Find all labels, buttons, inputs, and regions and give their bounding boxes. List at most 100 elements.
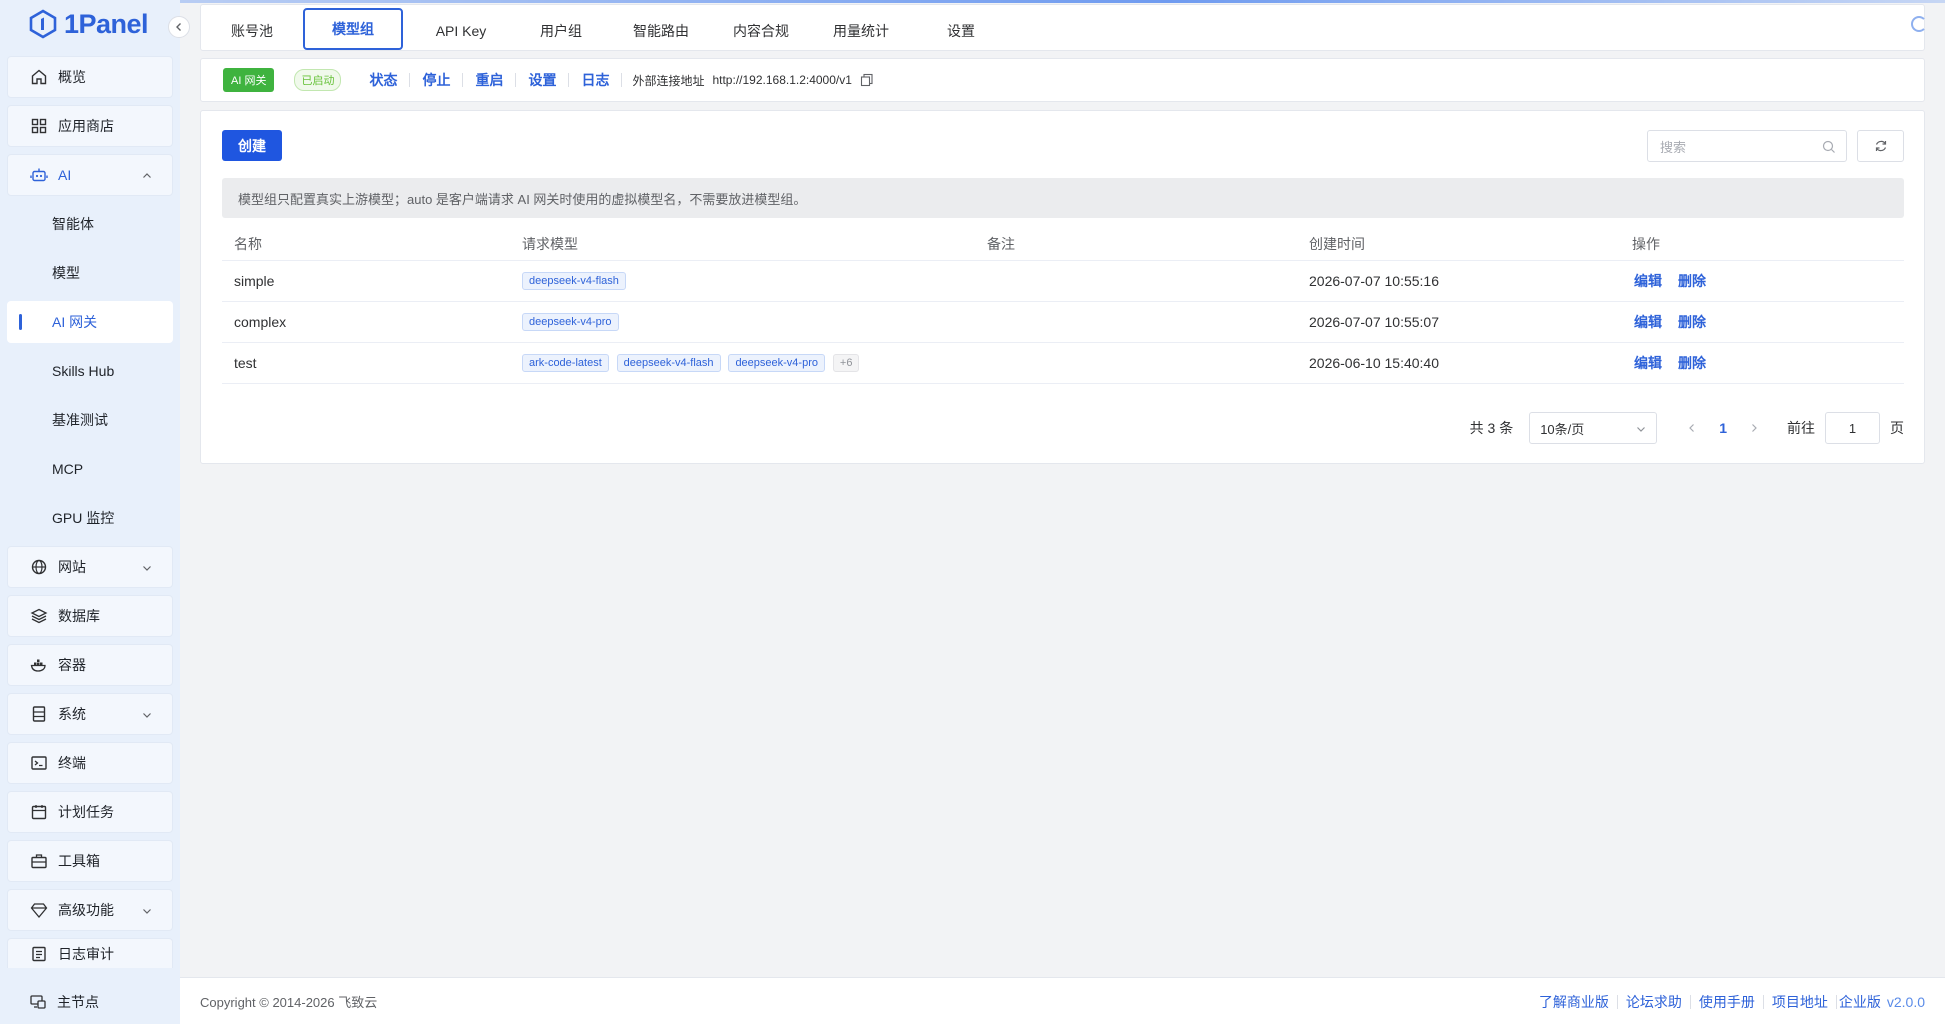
- tab-label: 账号池: [231, 22, 273, 39]
- sidebar-item-label: 基准测试: [52, 412, 108, 428]
- page-size-select[interactable]: 10条/页: [1529, 412, 1658, 444]
- footer-link-commercial[interactable]: 了解商业版: [1531, 995, 1618, 1009]
- sidebar-item-skills-hub[interactable]: Skills Hub: [7, 350, 173, 392]
- model-tag: deepseek-v4-flash: [522, 272, 626, 290]
- refresh-icon: [1875, 140, 1886, 152]
- logs-button[interactable]: 日志: [569, 73, 623, 87]
- delete-button[interactable]: 删除: [1678, 355, 1706, 371]
- sidebar-item-main-node[interactable]: 主节点: [7, 981, 173, 1023]
- status-button[interactable]: 状态: [357, 73, 411, 87]
- column-header-actions: 操作: [1620, 228, 1904, 261]
- sidebar-item-mcp[interactable]: MCP: [7, 448, 173, 490]
- goto-label: 前往: [1787, 420, 1815, 436]
- row-actions: 编辑 删除: [1620, 301, 1904, 343]
- tab-content-compliance[interactable]: 内容合规: [711, 9, 811, 52]
- edition-label[interactable]: 企业版: [1839, 992, 1881, 1012]
- row-name: test: [222, 342, 510, 384]
- tab-account-pool[interactable]: 账号池: [211, 9, 293, 52]
- app-logo[interactable]: 1Panel: [28, 6, 149, 42]
- sidebar-item-app-store[interactable]: 应用商店: [7, 105, 173, 147]
- delete-button[interactable]: 删除: [1678, 273, 1706, 289]
- footer-link-forum[interactable]: 论坛求助: [1618, 995, 1691, 1009]
- calendar-icon: [30, 803, 48, 821]
- tab-bar: 账号池 模型组 API Key 用户组 智能路由 内容合规 用量统计 设置: [200, 4, 1925, 51]
- row-remark: [975, 260, 1297, 302]
- sidebar-item-toolbox[interactable]: 工具箱: [7, 840, 173, 882]
- sidebar-item-audit-log[interactable]: 日志审计: [7, 938, 173, 968]
- row-actions: 编辑 删除: [1620, 342, 1904, 384]
- top-accent-bar: [0, 0, 1945, 3]
- column-header-created: 创建时间: [1297, 228, 1620, 261]
- sidebar-item-ai[interactable]: AI: [7, 154, 173, 196]
- sidebar-item-label: 概览: [58, 69, 86, 85]
- search-input[interactable]: 搜索: [1647, 130, 1847, 162]
- row-models: deepseek-v4-flash: [510, 260, 975, 302]
- row-remark: [975, 301, 1297, 343]
- docker-icon: [30, 656, 48, 674]
- goto-page-input[interactable]: 1: [1825, 412, 1880, 444]
- model-tag: deepseek-v4-pro: [728, 354, 825, 372]
- sidebar-item-ai-gateway[interactable]: AI 网关: [7, 301, 173, 343]
- table-row: complex deepseek-v4-pro 2026-07-07 10:55…: [222, 301, 1904, 343]
- footer-link-manual[interactable]: 使用手册: [1691, 995, 1764, 1009]
- sidebar-item-label: MCP: [52, 461, 84, 477]
- tab-user-group[interactable]: 用户组: [511, 9, 611, 52]
- column-header-models: 请求模型: [510, 228, 975, 261]
- pagination: 共 3 条 10条/页 1 前往 1 页: [1470, 412, 1904, 444]
- next-page-button[interactable]: [1749, 423, 1759, 433]
- edit-button[interactable]: 编辑: [1634, 314, 1662, 330]
- model-group-card: 创建 搜索 模型组只配置真实上游模型；auto 是客户端请求 AI 网关时使用的…: [200, 110, 1925, 464]
- layers-icon: [30, 607, 48, 625]
- chevron-down-icon: [1637, 427, 1646, 432]
- toolbox-icon: [30, 852, 48, 870]
- tab-label: 用量统计: [833, 22, 889, 39]
- server-icon: [30, 705, 48, 723]
- tab-api-key[interactable]: API Key: [411, 9, 511, 52]
- copy-icon[interactable]: [860, 73, 874, 87]
- sidebar-item-label: 模型: [52, 265, 80, 281]
- restart-button[interactable]: 重启: [463, 73, 517, 87]
- column-header-remark: 备注: [975, 228, 1297, 261]
- sidebar-item-container[interactable]: 容器: [7, 644, 173, 686]
- edit-button[interactable]: 编辑: [1634, 273, 1662, 289]
- chevron-down-icon: [142, 563, 152, 573]
- sidebar-item-overview[interactable]: 概览: [7, 56, 173, 98]
- sidebar-item-gpu-monitor[interactable]: GPU 监控: [7, 497, 173, 539]
- row-actions: 编辑 删除: [1620, 260, 1904, 302]
- sidebar-item-website[interactable]: 网站: [7, 546, 173, 588]
- sidebar-item-system[interactable]: 系统: [7, 693, 173, 735]
- sidebar-item-advanced[interactable]: 高级功能: [7, 889, 173, 931]
- tab-usage-stats[interactable]: 用量统计: [811, 9, 911, 52]
- column-header-name: 名称: [222, 228, 510, 261]
- tab-label: 用户组: [540, 22, 582, 39]
- collapse-sidebar-button[interactable]: [168, 16, 190, 38]
- logo-text: 1Panel: [64, 8, 149, 39]
- delete-button[interactable]: 删除: [1678, 314, 1706, 330]
- sidebar-item-agents[interactable]: 智能体: [7, 203, 173, 245]
- tab-model-group[interactable]: 模型组: [303, 8, 403, 50]
- page-number-current[interactable]: 1: [1719, 420, 1727, 436]
- tab-settings[interactable]: 设置: [911, 9, 1011, 52]
- settings-button[interactable]: 设置: [516, 73, 570, 87]
- tab-smart-routing[interactable]: 智能路由: [611, 9, 711, 52]
- sidebar-item-benchmark[interactable]: 基准测试: [7, 399, 173, 441]
- sidebar-item-terminal[interactable]: 终端: [7, 742, 173, 784]
- log-icon: [30, 945, 48, 963]
- sidebar-item-cron[interactable]: 计划任务: [7, 791, 173, 833]
- sidebar-item-label: AI 网关: [52, 314, 98, 330]
- footer-link-project[interactable]: 项目地址: [1764, 995, 1837, 1009]
- app-name-tag: AI 网关: [223, 68, 275, 92]
- stop-button[interactable]: 停止: [410, 73, 464, 87]
- sidebar-item-label: GPU 监控: [52, 510, 115, 526]
- external-address-url: http://192.168.1.2:4000/v1: [712, 73, 852, 87]
- refresh-button[interactable]: [1857, 130, 1904, 162]
- prev-page-button[interactable]: [1687, 423, 1697, 433]
- sidebar-item-database[interactable]: 数据库: [7, 595, 173, 637]
- edit-button[interactable]: 编辑: [1634, 355, 1662, 371]
- sidebar-item-label: AI: [58, 167, 72, 183]
- more-models-tag[interactable]: +6: [832, 354, 860, 372]
- sidebar-item-label: 主节点: [57, 994, 99, 1010]
- globe-icon: [30, 558, 48, 576]
- sidebar-item-models[interactable]: 模型: [7, 252, 173, 294]
- create-button[interactable]: 创建: [222, 130, 282, 161]
